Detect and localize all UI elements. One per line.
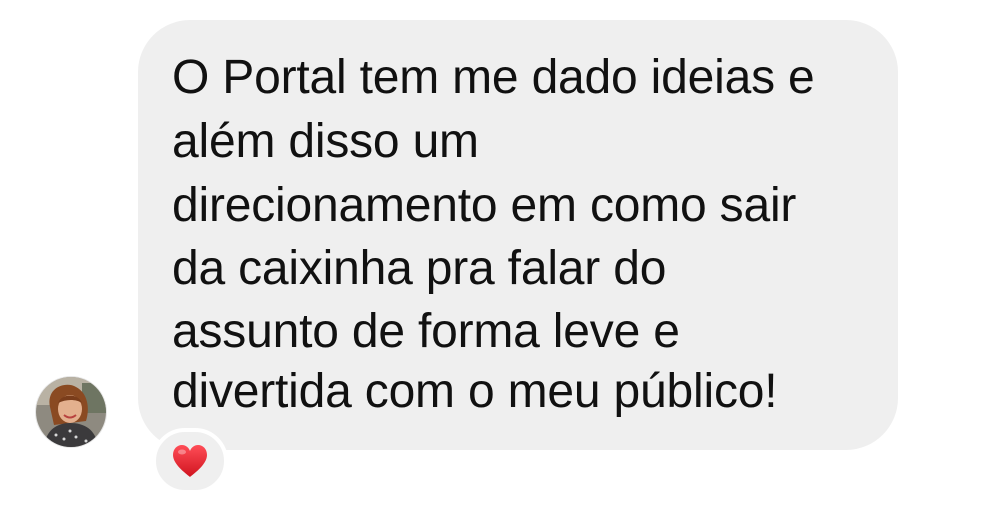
- avatar[interactable]: [36, 377, 106, 447]
- message-text-line: O Portal tem me dado ideias e: [172, 51, 815, 104]
- message-text-line: da caixinha pra falar do: [172, 242, 667, 295]
- message-text-line: divertida com o meu público!: [172, 365, 778, 418]
- reaction-badge[interactable]: [152, 428, 228, 494]
- avatar-photo: [36, 377, 106, 447]
- message-text-line: direcionamento em como sair: [172, 179, 797, 232]
- message-text-line: assunto de forma leve e: [172, 305, 680, 358]
- message-text-line: além disso um: [172, 115, 479, 168]
- heart-icon: [173, 445, 207, 477]
